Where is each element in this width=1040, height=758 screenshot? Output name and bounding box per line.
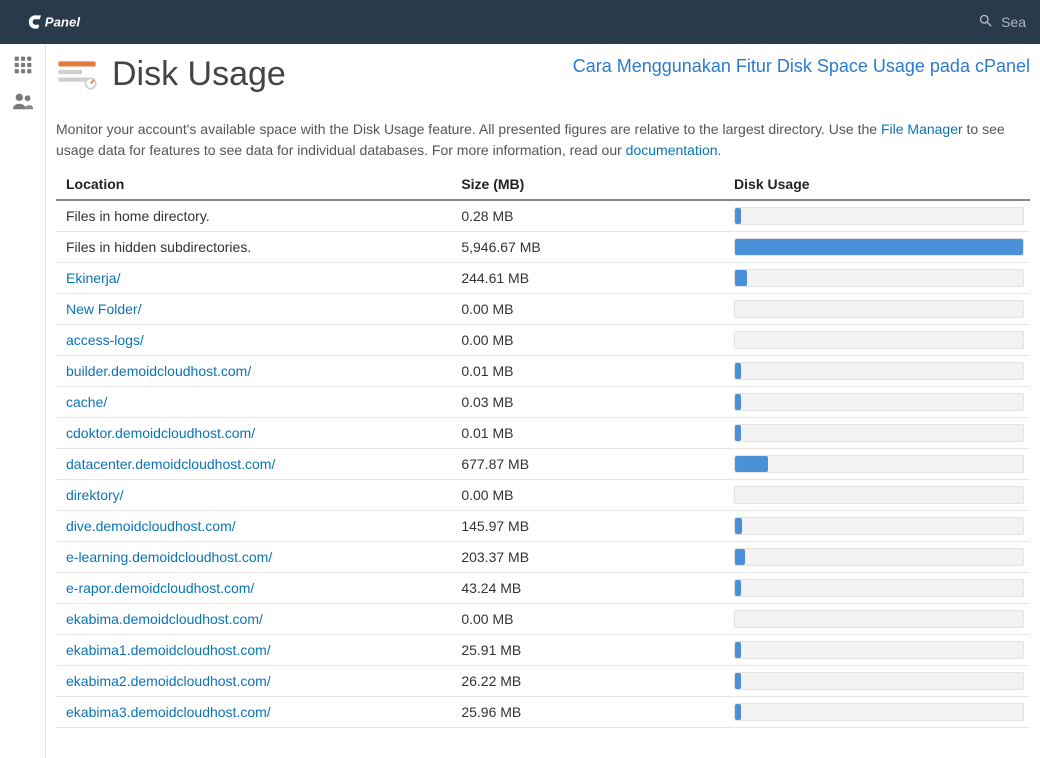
usage-bar <box>734 579 1024 597</box>
col-header-size: Size (MB) <box>455 168 728 200</box>
usage-bar <box>734 269 1024 287</box>
table-row: builder.demoidcloudhost.com/0.01 MB <box>56 355 1030 386</box>
size-value: 5,946.67 MB <box>461 239 540 255</box>
table-row: cache/0.03 MB <box>56 386 1030 417</box>
documentation-link[interactable]: documentation <box>626 142 718 158</box>
search-placeholder-text: Sea <box>1001 14 1026 30</box>
table-row: access-logs/0.00 MB <box>56 324 1030 355</box>
directory-text: Files in home directory. <box>66 208 210 224</box>
search-icon <box>978 13 993 31</box>
directory-link[interactable]: cache/ <box>66 394 107 410</box>
usage-bar <box>734 548 1024 566</box>
usage-bar <box>734 517 1024 535</box>
table-row: dive.demoidcloudhost.com/145.97 MB <box>56 510 1030 541</box>
directory-link[interactable]: datacenter.demoidcloudhost.com/ <box>66 456 275 472</box>
table-row: cdoktor.demoidcloudhost.com/0.01 MB <box>56 417 1030 448</box>
usage-bar <box>734 455 1024 473</box>
size-value: 26.22 MB <box>461 673 521 689</box>
sidebar-users-icon[interactable] <box>12 90 34 112</box>
size-value: 0.00 MB <box>461 332 513 348</box>
topbar-search[interactable]: Sea <box>978 13 1026 31</box>
sidebar <box>0 44 46 758</box>
directory-link[interactable]: ekabima3.demoidcloudhost.com/ <box>66 704 271 720</box>
table-row: ekabima3.demoidcloudhost.com/25.96 MB <box>56 696 1030 727</box>
help-link[interactable]: Cara Menggunakan Fitur Disk Space Usage … <box>573 52 1030 77</box>
size-value: 0.01 MB <box>461 425 513 441</box>
table-row: e-learning.demoidcloudhost.com/203.37 MB <box>56 541 1030 572</box>
usage-bar <box>734 393 1024 411</box>
directory-link[interactable]: dive.demoidcloudhost.com/ <box>66 518 236 534</box>
usage-bar <box>734 703 1024 721</box>
directory-link[interactable]: Ekinerja/ <box>66 270 120 286</box>
file-manager-link[interactable]: File Manager <box>881 121 963 137</box>
table-row: ekabima2.demoidcloudhost.com/26.22 MB <box>56 665 1030 696</box>
size-value: 0.00 MB <box>461 611 513 627</box>
table-row: Files in home directory. 0.28 MB <box>56 200 1030 232</box>
table-row: Files in hidden subdirectories. 5,946.67 … <box>56 231 1030 262</box>
col-header-location: Location <box>56 168 455 200</box>
size-value: 244.61 MB <box>461 270 529 286</box>
table-row: datacenter.demoidcloudhost.com/677.87 MB <box>56 448 1030 479</box>
directory-link[interactable]: e-learning.demoidcloudhost.com/ <box>66 549 272 565</box>
size-value: 677.87 MB <box>461 456 529 472</box>
directory-link[interactable]: access-logs/ <box>66 332 144 348</box>
brand-logo[interactable]: Panel <box>14 11 124 33</box>
intro-text: Monitor your account's available space w… <box>56 119 1030 160</box>
directory-link[interactable]: ekabima1.demoidcloudhost.com/ <box>66 642 271 658</box>
size-value: 145.97 MB <box>461 518 529 534</box>
table-row: New Folder/0.00 MB <box>56 293 1030 324</box>
directory-link[interactable]: e-rapor.demoidcloudhost.com/ <box>66 580 254 596</box>
usage-bar <box>734 300 1024 318</box>
table-row: Ekinerja/244.61 MB <box>56 262 1030 293</box>
directory-link[interactable]: New Folder/ <box>66 301 141 317</box>
table-row: ekabima.demoidcloudhost.com/0.00 MB <box>56 603 1030 634</box>
size-value: 0.28 MB <box>461 208 513 224</box>
usage-bar <box>734 486 1024 504</box>
sidebar-apps-icon[interactable] <box>12 54 34 76</box>
size-value: 0.03 MB <box>461 394 513 410</box>
main-content: Disk Usage Cara Menggunakan Fitur Disk S… <box>46 44 1040 758</box>
usage-bar <box>734 672 1024 690</box>
usage-bar <box>734 362 1024 380</box>
directory-link[interactable]: direktory/ <box>66 487 124 503</box>
usage-bar <box>734 207 1024 225</box>
intro-part3: . <box>718 142 722 158</box>
directory-link[interactable]: builder.demoidcloudhost.com/ <box>66 363 251 379</box>
svg-text:Panel: Panel <box>45 14 81 29</box>
table-row: ekabima1.demoidcloudhost.com/25.91 MB <box>56 634 1030 665</box>
usage-bar <box>734 610 1024 628</box>
disk-usage-table: Location Size (MB) Disk Usage Files in h… <box>56 168 1030 728</box>
usage-bar <box>734 424 1024 442</box>
usage-bar <box>734 238 1024 256</box>
page-title: Disk Usage <box>112 56 286 93</box>
disk-usage-icon <box>56 58 98 92</box>
usage-bar <box>734 641 1024 659</box>
size-value: 0.00 MB <box>461 487 513 503</box>
directory-link[interactable]: ekabima2.demoidcloudhost.com/ <box>66 673 271 689</box>
topbar: Panel Sea <box>0 0 1040 44</box>
size-value: 25.91 MB <box>461 642 521 658</box>
size-value: 0.01 MB <box>461 363 513 379</box>
col-header-usage: Disk Usage <box>728 168 1030 200</box>
directory-link[interactable]: cdoktor.demoidcloudhost.com/ <box>66 425 255 441</box>
table-row: direktory/0.00 MB <box>56 479 1030 510</box>
size-value: 203.37 MB <box>461 549 529 565</box>
size-value: 0.00 MB <box>461 301 513 317</box>
table-row: e-rapor.demoidcloudhost.com/43.24 MB <box>56 572 1030 603</box>
size-value: 25.96 MB <box>461 704 521 720</box>
size-value: 43.24 MB <box>461 580 521 596</box>
directory-text: Files in hidden subdirectories. <box>66 239 251 255</box>
intro-part1: Monitor your account's available space w… <box>56 121 881 137</box>
directory-link[interactable]: ekabima.demoidcloudhost.com/ <box>66 611 263 627</box>
usage-bar <box>734 331 1024 349</box>
